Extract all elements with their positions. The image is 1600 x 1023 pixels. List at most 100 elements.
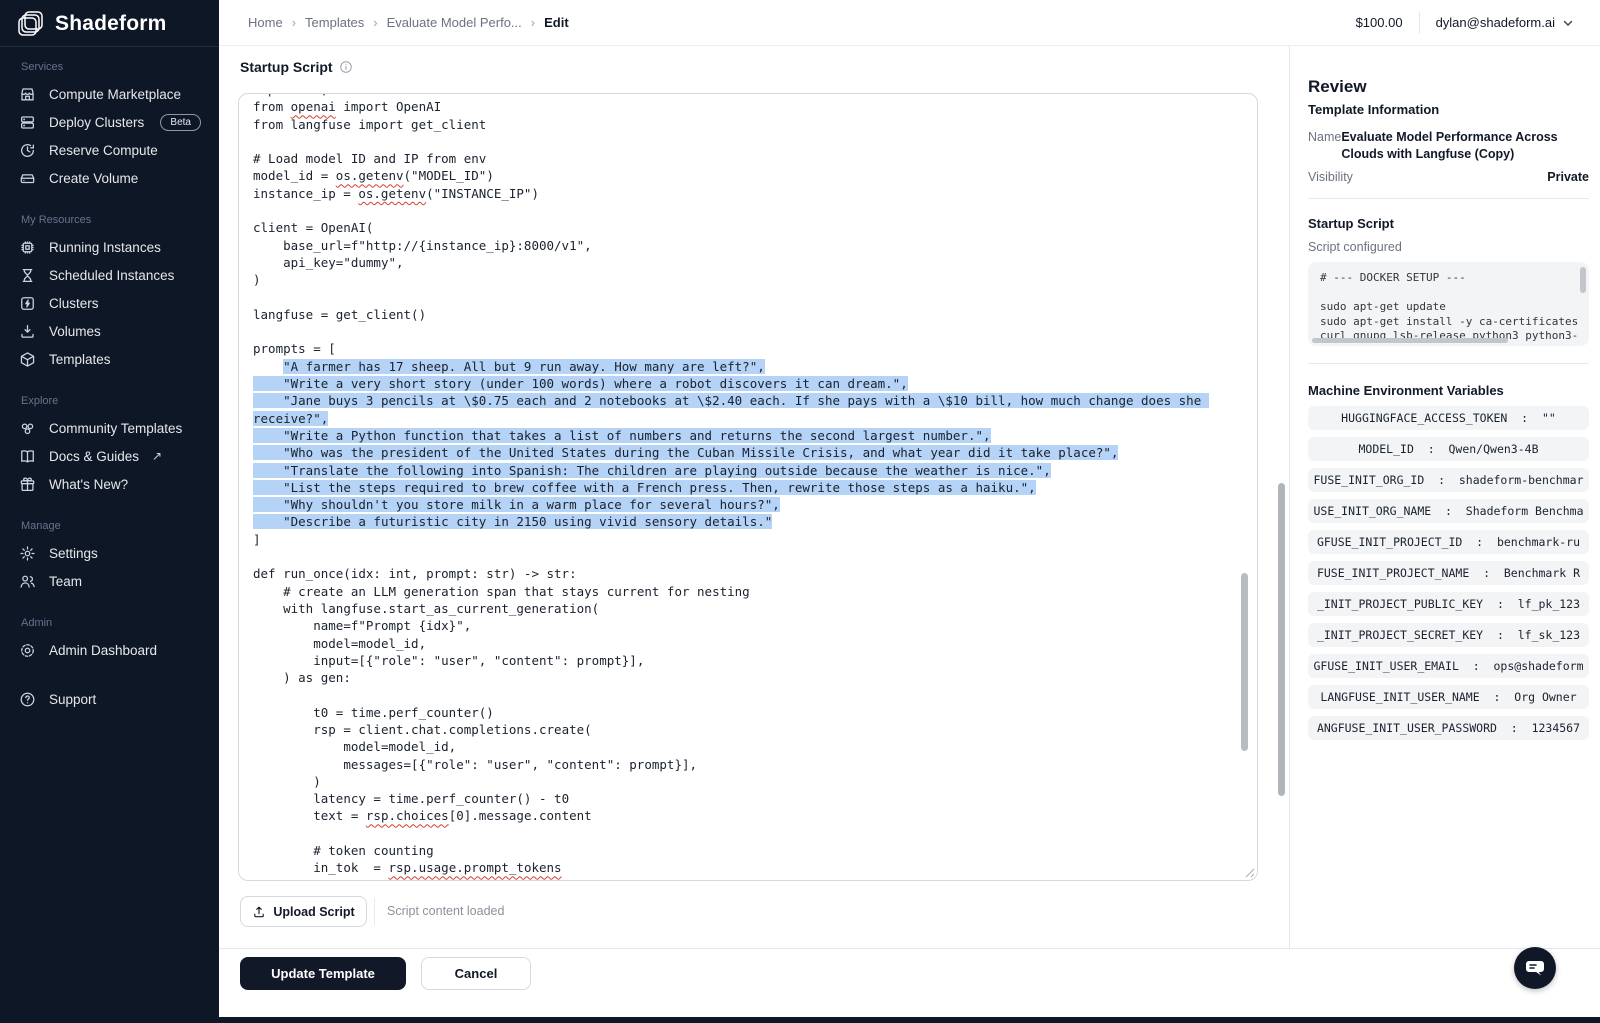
chip-icon	[19, 239, 36, 256]
sidebar-item-label: Team	[49, 574, 82, 589]
env-var-pill: _INIT_PROJECT_SECRET_KEY : lf_sk_123	[1308, 623, 1589, 647]
misspelled-code-text: os.getenv	[336, 168, 404, 183]
update-template-button[interactable]: Update Template	[240, 957, 406, 990]
upload-script-label: Upload Script	[273, 905, 354, 919]
startup-script-heading: Startup Script	[1308, 216, 1394, 231]
nav-section-label: Services	[21, 61, 219, 73]
sidebar-item-volumes[interactable]: Volumes	[0, 317, 219, 345]
shadeform-logo-icon	[15, 9, 45, 39]
startup-script-editor[interactable]: import os, time from openai import OpenA…	[238, 93, 1258, 881]
cancel-button[interactable]: Cancel	[421, 957, 531, 990]
startup-script-label: Startup Script	[240, 59, 353, 75]
account-email: dylan@shadeform.ai	[1436, 15, 1555, 30]
bottom-window-edge	[0, 1017, 1600, 1023]
help-icon	[19, 691, 36, 708]
sidebar-item-label: Support	[49, 692, 96, 707]
sidebar-item-label: Create Volume	[49, 171, 138, 186]
breadcrumb-separator-icon: ›	[373, 15, 377, 30]
breadcrumb-templates[interactable]: Templates	[305, 15, 364, 30]
sidebar-item-community-templates[interactable]: Community Templates	[0, 414, 219, 442]
info-icon[interactable]	[339, 60, 353, 74]
download-drive-icon	[19, 323, 36, 340]
code-text: ("INSTANCE_IP") client = OpenAI( base_ur…	[253, 186, 592, 374]
env-var-pill: ANGFUSE_INIT_USER_PASSWORD : 1234567	[1308, 716, 1589, 740]
env-vars-list: HUGGINGFACE_ACCESS_TOKEN : ""MODEL_ID : …	[1308, 406, 1589, 740]
chevron-down-icon	[1562, 17, 1574, 29]
upload-script-button[interactable]: Upload Script	[240, 896, 367, 927]
panel-divider	[1308, 363, 1589, 364]
sidebar-item-deploy-clusters[interactable]: Deploy ClustersBeta	[0, 108, 219, 136]
selected-code-text: "A farmer has 17 sheep. All but 9 run aw…	[253, 359, 1209, 530]
sidebar-item-label: Community Templates	[49, 421, 182, 436]
sidebar-nav: Services Compute Marketplace Deploy Cluste…	[0, 61, 219, 664]
book-icon	[19, 448, 36, 465]
sidebar-item-team[interactable]: Team	[0, 567, 219, 595]
sidebar-item-reserve-compute[interactable]: Reserve Compute	[0, 136, 219, 164]
startup-script-label-text: Startup Script	[240, 59, 333, 75]
code-text: from	[253, 99, 291, 114]
review-title: Review	[1308, 77, 1367, 97]
breadcrumb-evaluate-model-perfo[interactable]: Evaluate Model Perfo...	[387, 15, 522, 30]
sidebar-item-label: Volumes	[49, 324, 101, 339]
misspelled-code-text: rsp.usage.prompt_tokens	[388, 860, 561, 875]
sidebar-item-admin-dashboard[interactable]: Admin Dashboard	[0, 636, 219, 664]
sidebar-item-label: Reserve Compute	[49, 143, 158, 158]
brand-name: Shadeform	[55, 12, 167, 36]
script-preview-code: # --- DOCKER SETUP --- sudo apt-get upda…	[1308, 262, 1589, 346]
preview-vscrollbar-thumb[interactable]	[1580, 267, 1586, 293]
preview-hscrollbar-thumb[interactable]	[1312, 338, 1508, 343]
nav-section-label: Manage	[21, 520, 219, 532]
topbar-right: $100.00 dylan@shadeform.ai	[1356, 12, 1574, 34]
review-panel: Review Template Information Name Evaluat…	[1289, 46, 1600, 948]
sidebar-item-what-s-new[interactable]: What's New?	[0, 470, 219, 498]
account-balance[interactable]: $100.00	[1356, 15, 1403, 30]
sidebar-item-compute-marketplace[interactable]: Compute Marketplace	[0, 80, 219, 108]
code-text: ] def run_once(idx: int, prompt: str) ->…	[253, 532, 750, 824]
nav-section-label: My Resources	[21, 214, 219, 226]
env-var-pill: MODEL_ID : Qwen/Qwen3-4B	[1308, 437, 1589, 461]
sidebar-item-label: Scheduled Instances	[49, 268, 174, 283]
drive-icon	[19, 170, 36, 187]
sidebar-item-settings[interactable]: Settings	[0, 539, 219, 567]
page-scrollbar-thumb[interactable]	[1278, 483, 1285, 796]
admin-gear-icon	[19, 642, 36, 659]
community-icon	[19, 420, 36, 437]
sidebar-item-create-volume[interactable]: Create Volume	[0, 164, 219, 192]
sidebar-item-label: Docs & Guides	[49, 449, 139, 464]
brand-logo[interactable]: Shadeform	[0, 0, 219, 47]
visibility-label: Visibility	[1308, 170, 1353, 184]
cube-icon	[19, 351, 36, 368]
code-text: import os, time	[253, 94, 366, 97]
sidebar-item-label: Templates	[49, 352, 111, 367]
beta-badge: Beta	[160, 114, 201, 131]
support-chat-button[interactable]	[1514, 947, 1556, 989]
chat-bubble-icon	[1523, 956, 1547, 980]
env-var-pill: GFUSE_INIT_USER_EMAIL : ops@shadeform	[1308, 654, 1589, 678]
template-name-row: Name Evaluate Model Performance Across C…	[1308, 129, 1589, 163]
env-var-pill: GFUSE_INIT_PROJECT_ID : benchmark-ru	[1308, 530, 1589, 554]
sidebar-item-docs-guides[interactable]: Docs & Guides↗	[0, 442, 219, 470]
script-preview[interactable]: # --- DOCKER SETUP --- sudo apt-get upda…	[1308, 262, 1589, 346]
template-name-value: Evaluate Model Performance Across Clouds…	[1341, 129, 1589, 163]
account-menu[interactable]: dylan@shadeform.ai	[1436, 15, 1574, 30]
breadcrumb-home[interactable]: Home	[248, 15, 283, 30]
gift-icon	[19, 476, 36, 493]
visibility-row: Visibility Private	[1308, 170, 1589, 184]
sidebar-item-label: Clusters	[49, 296, 99, 311]
script-configured-status: Script configured	[1308, 240, 1402, 254]
bottom-action-bar: Update Template Cancel	[219, 948, 1600, 1017]
sidebar-item-label: Compute Marketplace	[49, 87, 181, 102]
upload-icon	[252, 905, 266, 919]
sidebar-item-support[interactable]: Support	[0, 685, 219, 713]
env-var-pill: FUSE_INIT_PROJECT_NAME : Benchmark R	[1308, 561, 1589, 585]
sidebar-item-templates[interactable]: Templates	[0, 345, 219, 373]
sidebar-item-scheduled-instances[interactable]: Scheduled Instances	[0, 261, 219, 289]
sidebar-item-label: What's New?	[49, 477, 128, 492]
sidebar-item-running-instances[interactable]: Running Instances	[0, 233, 219, 261]
topbar-divider	[1419, 12, 1420, 34]
sidebar-item-clusters[interactable]: Clusters	[0, 289, 219, 317]
panel-divider	[1308, 198, 1589, 199]
code-scroll-area: import os, time from openai import OpenA…	[239, 94, 1257, 880]
env-vars-heading: Machine Environment Variables	[1308, 383, 1504, 398]
editor-scrollbar-thumb[interactable]	[1241, 573, 1248, 751]
